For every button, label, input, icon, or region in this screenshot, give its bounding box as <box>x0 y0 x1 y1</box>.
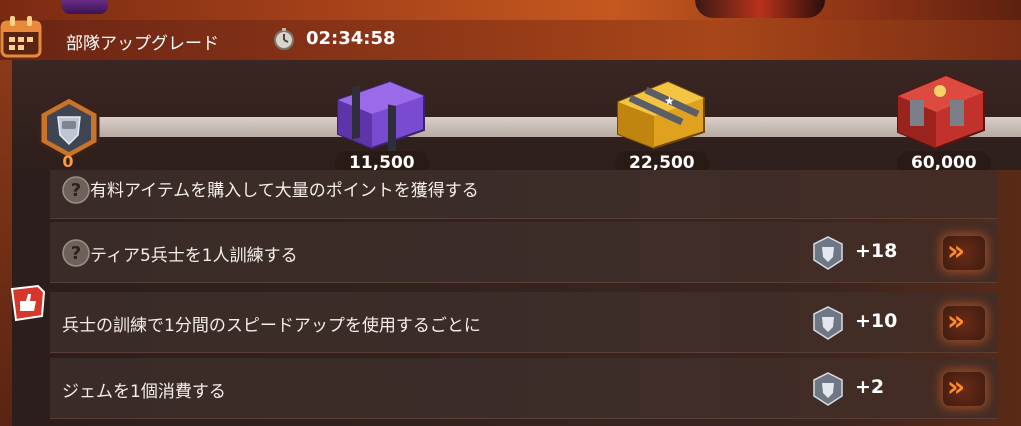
task-text: ジェムを1個消費する <box>62 382 226 402</box>
task-row: ジェムを1個消費する +2 » <box>50 358 998 419</box>
thumbs-up-icon[interactable] <box>8 283 48 325</box>
stopwatch-icon <box>274 28 294 50</box>
top-decorative-strip <box>0 0 1021 20</box>
task-row: ? ティア5兵士を1人訓練する +18 » <box>50 222 998 283</box>
question-icon[interactable]: ? <box>62 239 90 267</box>
svg-text:?: ? <box>71 243 81 264</box>
question-icon[interactable]: ? <box>62 176 90 204</box>
panel-left-border <box>0 60 12 426</box>
gold-crate-icon[interactable]: ★ <box>610 72 710 152</box>
purple-crate-icon[interactable] <box>330 72 430 152</box>
svg-text:?: ? <box>71 180 81 201</box>
task-points: +2 <box>855 376 885 398</box>
task-points: +10 <box>855 310 898 332</box>
task-row: ? 有料アイテムを購入して大量のポイントを獲得する <box>50 170 998 219</box>
task-text: ティア5兵士を1人訓練する <box>90 246 298 266</box>
double-chevron-icon: » <box>947 304 965 337</box>
double-chevron-icon: » <box>947 234 965 267</box>
task-text: 有料アイテムを購入して大量のポイントを獲得する <box>90 181 479 201</box>
event-title: 部隊アップグレード <box>66 34 219 54</box>
go-button[interactable]: » <box>943 370 985 406</box>
calendar-icon <box>0 16 42 58</box>
fist-shield-icon <box>813 306 843 340</box>
go-button[interactable]: » <box>943 304 985 340</box>
event-countdown: 02:34:58 <box>306 28 396 49</box>
double-chevron-icon: » <box>947 370 965 403</box>
red-crate-icon[interactable] <box>890 66 990 152</box>
progress-track <box>60 117 1021 137</box>
event-header: 部隊アップグレード 02:34:58 <box>0 20 1021 62</box>
hero-decoration <box>695 0 825 18</box>
fist-shield-icon <box>813 236 843 270</box>
task-list[interactable]: ? 有料アイテムを購入して大量のポイントを獲得する ? ティア5兵士を1人訓練す… <box>12 170 1021 426</box>
fist-shield-icon <box>813 372 843 406</box>
gem-decoration <box>62 0 108 14</box>
task-text: 兵士の訓練で1分間のスピードアップを使用するごとに <box>62 316 481 336</box>
current-points: 0 <box>62 152 74 171</box>
svg-text:★: ★ <box>664 94 675 108</box>
task-row: 兵士の訓練で1分間のスピードアップを使用するごとに +10 » <box>50 292 998 353</box>
task-points: +18 <box>855 240 898 262</box>
go-button[interactable]: » <box>943 234 985 270</box>
